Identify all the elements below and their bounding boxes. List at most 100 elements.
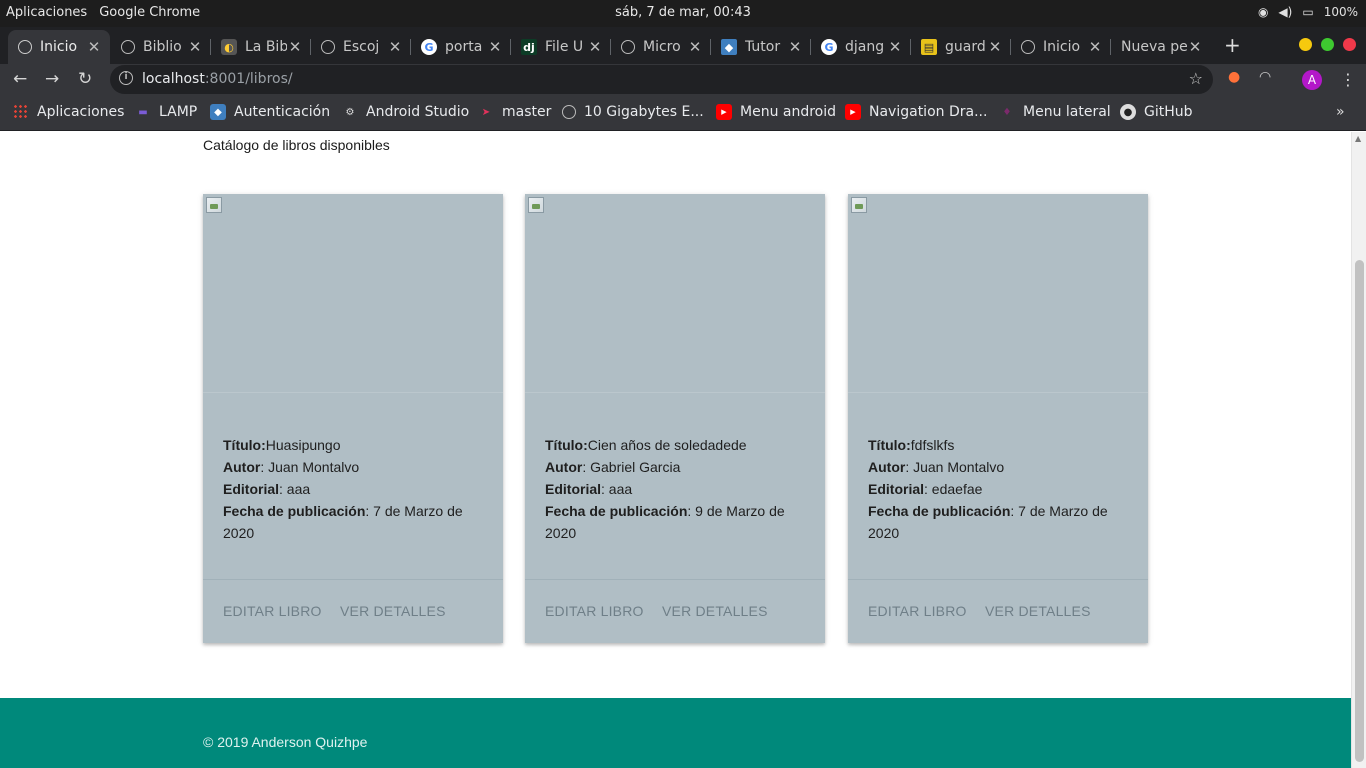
book-title: Cien años de soledadede <box>587 437 747 453</box>
tab-label: Inicio <box>1043 39 1081 55</box>
bookmark-autenticacion[interactable]: ◆ Autenticación <box>210 104 330 120</box>
forward-arrow-icon[interactable]: → <box>45 69 59 89</box>
profile-avatar[interactable]: A <box>1302 70 1322 90</box>
bookmark-label: master <box>502 104 552 120</box>
bookmark-github[interactable]: ● GitHub <box>1120 104 1193 120</box>
extension-arch-icon[interactable]: ◠ <box>1259 69 1271 85</box>
close-tab-icon[interactable]: ✕ <box>887 38 903 56</box>
back-arrow-icon[interactable]: ← <box>13 69 27 89</box>
book-info: Título:fdfslkfs Autor: Juan Montalvo Edi… <box>868 437 1108 541</box>
date-label: Fecha de publicación <box>868 503 1011 519</box>
broken-image-icon <box>206 197 222 213</box>
new-tab-icon[interactable]: + <box>1224 33 1241 57</box>
url-text[interactable]: localhost:8001/libros/ <box>142 71 293 87</box>
close-tab-icon[interactable]: ✕ <box>587 38 603 56</box>
bookmark-menu-lateral[interactable]: ♦ Menu lateral <box>999 104 1111 120</box>
book-author: Juan Montalvo <box>268 459 360 475</box>
more-bookmarks-icon[interactable]: » <box>1336 104 1345 120</box>
visibility-icon[interactable]: ◉ <box>1258 5 1268 19</box>
tab-label: porta <box>445 39 483 55</box>
tab-inicio-active[interactable]: Inicio ✕ <box>8 30 110 64</box>
bookmark-label: 10 Gigabytes E... <box>584 104 704 120</box>
bookmark-android-studio[interactable]: ⚙ Android Studio <box>342 104 470 120</box>
date-label: Fecha de publicación <box>223 503 366 519</box>
tab-djang[interactable]: G djang ✕ <box>811 30 911 64</box>
extension-fox-icon[interactable]: ● <box>1228 69 1240 85</box>
book-card: Título:Cien años de soledadede Autor: Ga… <box>525 194 825 643</box>
view-details-link[interactable]: VER DETALLES <box>340 603 446 619</box>
bookmark-lamp[interactable]: ▬ LAMP <box>135 104 197 120</box>
battery-percent[interactable]: 100% <box>1324 5 1358 19</box>
view-details-link[interactable]: VER DETALLES <box>985 603 1091 619</box>
tab-la-bib[interactable]: ◐ La Bib ✕ <box>211 30 311 64</box>
bookmark-navigation-drawer[interactable]: ▶ Navigation Dra... <box>845 104 987 120</box>
scrollbar-thumb[interactable] <box>1355 260 1364 762</box>
date-label: Fecha de publicación <box>545 503 688 519</box>
address-bar[interactable]: i localhost:8001/libros/ ☆ <box>110 65 1213 94</box>
close-tab-icon[interactable]: ✕ <box>687 38 703 56</box>
page-title: Catálogo de libros disponibles <box>203 137 390 153</box>
publisher-label: Editorial <box>223 481 280 497</box>
publisher-label: Editorial <box>868 481 925 497</box>
battery-icon[interactable]: ▭ <box>1302 5 1313 19</box>
title-label: Título <box>545 437 584 453</box>
tab-micro[interactable]: Micro ✕ <box>611 30 711 64</box>
site-icon: ◆ <box>721 39 737 55</box>
bookmarks-bar: Aplicaciones ▬ LAMP ◆ Autenticación ⚙ An… <box>0 95 1366 131</box>
close-tab-icon[interactable]: ✕ <box>487 38 503 56</box>
tab-file-u[interactable]: dj File U ✕ <box>511 30 611 64</box>
bookmark-menu-android[interactable]: ▶ Menu android <box>716 104 836 120</box>
reload-icon[interactable]: ↻ <box>78 69 92 89</box>
close-tab-icon[interactable]: ✕ <box>387 38 403 56</box>
chrome-menu-icon[interactable]: ⋮ <box>1340 70 1356 89</box>
tab-strip: Inicio ✕ Biblio ✕ ◐ La Bib ✕ Escoj ✕ G p… <box>0 27 1366 64</box>
tab-nueva-pestana[interactable]: Nueva pe ✕ <box>1111 30 1211 64</box>
menu-lateral-icon: ♦ <box>1002 106 1012 118</box>
close-tab-icon[interactable]: ✕ <box>1187 38 1203 56</box>
close-tab-icon[interactable]: ✕ <box>1087 38 1103 56</box>
scroll-up-icon[interactable]: ▲ <box>1355 134 1361 143</box>
tab-biblio[interactable]: Biblio ✕ <box>111 30 211 64</box>
tab-guard[interactable]: ▤ guard ✕ <box>911 30 1011 64</box>
tab-inicio[interactable]: Inicio ✕ <box>1011 30 1111 64</box>
bookmark-aplicaciones[interactable]: Aplicaciones <box>13 104 124 120</box>
tab-porta[interactable]: G porta ✕ <box>411 30 511 64</box>
site-info-icon[interactable]: i <box>119 71 133 85</box>
edit-book-link[interactable]: EDITAR LIBRO <box>545 603 644 619</box>
edit-book-link[interactable]: EDITAR LIBRO <box>868 603 967 619</box>
bookmark-label: GitHub <box>1144 104 1193 120</box>
book-info: Título:Cien años de soledadede Autor: Ga… <box>545 437 785 541</box>
tab-label: Biblio <box>143 39 182 55</box>
tab-label: djang <box>845 39 885 55</box>
tab-escoj[interactable]: Escoj ✕ <box>311 30 411 64</box>
maximize-window-button[interactable] <box>1321 38 1334 51</box>
tab-label: File U <box>545 39 584 55</box>
book-info: Título:Huasipungo Autor: Juan Montalvo E… <box>223 437 463 541</box>
android-icon: ⚙ <box>345 106 355 118</box>
view-details-link[interactable]: VER DETALLES <box>662 603 768 619</box>
card-actions: EDITAR LIBRO VER DETALLES <box>525 579 825 643</box>
page-viewport: Catálogo de libros disponibles Título:Hu… <box>0 132 1351 768</box>
card-actions: EDITAR LIBRO VER DETALLES <box>203 579 503 643</box>
edit-book-link[interactable]: EDITAR LIBRO <box>223 603 322 619</box>
volume-icon[interactable]: ◀) <box>1278 5 1292 19</box>
tab-tutor[interactable]: ◆ Tutor ✕ <box>711 30 811 64</box>
close-tab-icon[interactable]: ✕ <box>187 38 203 56</box>
publisher-label: Editorial <box>545 481 602 497</box>
bookmark-master[interactable]: ➤ master <box>478 104 552 120</box>
bookmark-10-gigabytes[interactable]: 10 Gigabytes E... <box>562 104 704 120</box>
close-tab-icon[interactable]: ✕ <box>987 38 1003 56</box>
book-card: Título:Huasipungo Autor: Juan Montalvo E… <box>203 194 503 643</box>
minimize-window-button[interactable] <box>1299 38 1312 51</box>
bookmark-label: Navigation Dra... <box>869 104 988 120</box>
system-top-bar: Aplicaciones Google Chrome sáb, 7 de mar… <box>0 0 1366 27</box>
github-icon: ● <box>1120 104 1136 120</box>
youtube-icon: ▶ <box>716 104 732 120</box>
bookmark-star-icon[interactable]: ☆ <box>1189 69 1203 88</box>
close-tab-icon[interactable]: ✕ <box>287 38 303 56</box>
close-window-button[interactable] <box>1343 38 1356 51</box>
vertical-scrollbar[interactable]: ▲ <box>1351 132 1366 768</box>
clock[interactable]: sáb, 7 de mar, 00:43 <box>0 5 1366 20</box>
close-tab-icon[interactable]: ✕ <box>86 38 102 56</box>
close-tab-icon[interactable]: ✕ <box>787 38 803 56</box>
